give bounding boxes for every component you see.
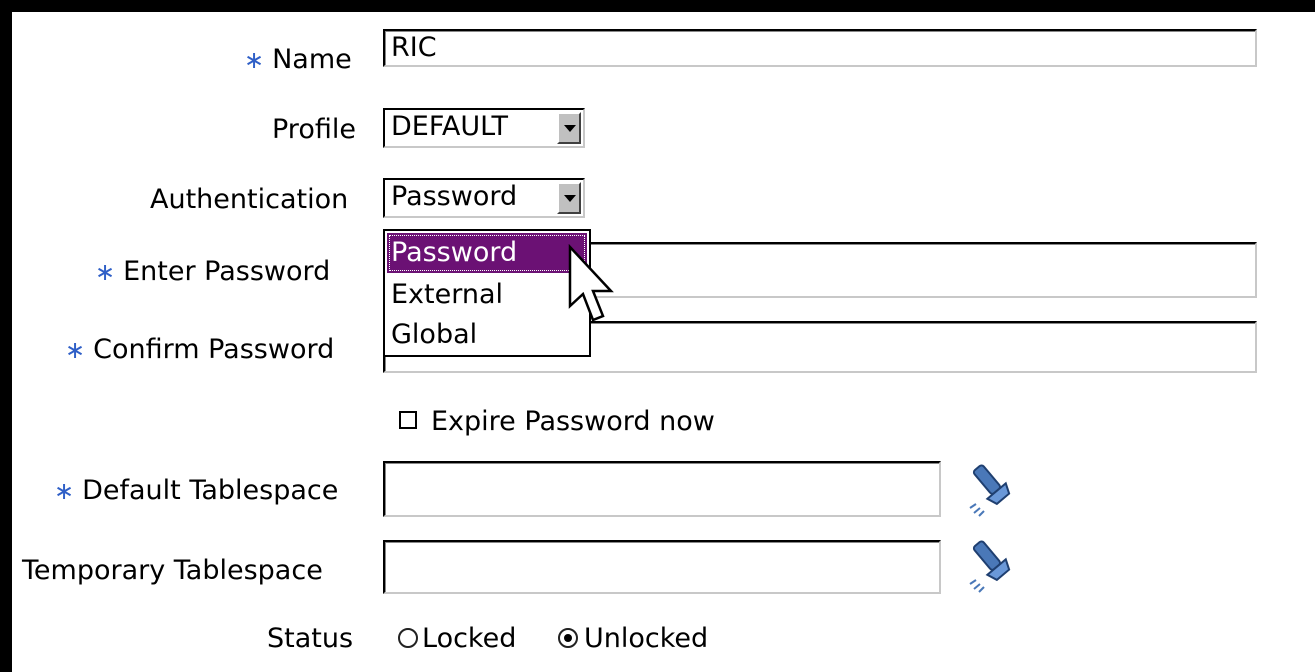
authentication-select[interactable]: Password: [383, 178, 585, 218]
dropdown-option-password[interactable]: Password: [387, 233, 587, 273]
status-locked-radio[interactable]: [398, 628, 418, 648]
default-tablespace-input[interactable]: [383, 461, 941, 517]
authentication-selected-value: Password: [391, 181, 518, 212]
required-marker: ∗: [95, 258, 116, 286]
authentication-label: Authentication: [150, 184, 349, 215]
expire-password-label: Expire Password now: [431, 406, 715, 437]
required-marker: ∗: [244, 46, 265, 74]
enter-password-label: Enter Password: [123, 256, 331, 287]
expire-password-checkbox[interactable]: [399, 411, 417, 429]
temporary-tablespace-label: Temporary Tablespace: [22, 555, 323, 586]
status-locked-label: Locked: [422, 623, 517, 654]
profile-select[interactable]: DEFAULT: [383, 108, 585, 148]
dropdown-option-global[interactable]: Global: [387, 315, 587, 355]
dropdown-option-external[interactable]: External: [387, 275, 587, 315]
name-label: Name: [272, 44, 352, 75]
default-tablespace-label-group: ∗ Default Tablespace: [54, 476, 338, 506]
authentication-dropdown-list: Password External Global: [383, 229, 591, 357]
status-unlocked-label: Unlocked: [584, 623, 709, 654]
default-tablespace-label: Default Tablespace: [82, 475, 339, 506]
flashlight-icon[interactable]: [964, 458, 1024, 518]
required-marker: ∗: [65, 336, 86, 364]
status-unlocked-radio[interactable]: [558, 628, 578, 648]
profile-selected-value: DEFAULT: [391, 111, 508, 142]
confirm-password-label: Confirm Password: [93, 334, 335, 365]
name-label-group: ∗ Name: [244, 45, 352, 75]
chevron-down-icon[interactable]: [557, 182, 581, 214]
name-input[interactable]: RIC: [383, 29, 1257, 67]
required-marker: ∗: [54, 477, 75, 505]
confirm-password-label-group: ∗ Confirm Password: [65, 335, 334, 365]
status-label: Status: [267, 623, 354, 654]
profile-label: Profile: [272, 114, 356, 145]
chevron-down-icon[interactable]: [557, 112, 581, 144]
create-user-form: ∗ Name RIC Profile DEFAULT Authentication…: [12, 12, 1315, 672]
enter-password-label-group: ∗ Enter Password: [95, 257, 330, 287]
flashlight-icon[interactable]: [964, 534, 1024, 594]
temporary-tablespace-input[interactable]: [383, 540, 941, 594]
